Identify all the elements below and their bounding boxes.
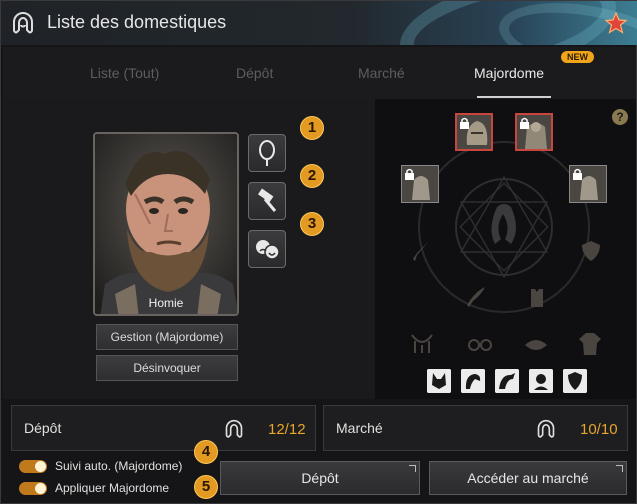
toggle-label: Suivi auto. (Majordome) — [55, 459, 183, 473]
market-count: 10/10 — [580, 421, 618, 438]
hair-icon[interactable] — [495, 369, 519, 393]
servant-icon — [537, 419, 555, 438]
deposit-button[interactable]: Dépôt — [220, 461, 420, 495]
glasses-icon[interactable] — [467, 335, 493, 355]
guide-marker-5: 5 — [194, 475, 218, 499]
tab-bar: Liste (Tout) Dépôt Marché Majordome NEW — [3, 47, 636, 99]
lock-icon — [573, 168, 582, 180]
market-button-label: Accéder au marché — [467, 470, 589, 486]
lock-icon — [520, 117, 529, 129]
face-icon[interactable] — [529, 369, 553, 393]
servant-portrait[interactable]: Homie — [93, 132, 239, 316]
emotion-masks-icon — [256, 240, 280, 260]
deposit-button-label: Dépôt — [301, 470, 339, 486]
servant-name: Homie — [148, 296, 184, 310]
apply-butler-toggle[interactable]: Appliquer Majordome — [19, 480, 199, 496]
butler-panel: Homie 1 2 3 Gestion (Majordome) Désinvoq… — [3, 99, 375, 399]
active-tab-underline — [477, 96, 551, 98]
equip-slot-left[interactable] — [401, 165, 439, 203]
guide-marker-4: 4 — [194, 440, 218, 464]
toggle-label: Appliquer Majordome — [55, 481, 170, 495]
equip-slot-head[interactable] — [455, 113, 493, 151]
window-title: Liste des domestiques — [47, 12, 227, 32]
tab-butler[interactable]: Majordome — [474, 65, 544, 81]
appearance-button[interactable] — [248, 134, 286, 172]
lock-icon — [460, 117, 469, 129]
deposit-count: 12/12 — [268, 421, 306, 438]
guide-marker-2: 2 — [300, 164, 324, 188]
knife-icon[interactable] — [463, 285, 487, 309]
equipment-panel: ? — [375, 99, 636, 399]
emotion-button[interactable] — [248, 230, 286, 268]
tab-market[interactable]: Marché — [358, 65, 405, 81]
lock-icon — [405, 168, 414, 180]
clothes-icon[interactable] — [577, 331, 603, 357]
corner-mark-icon — [409, 465, 416, 472]
deposit-stat: Dépôt 12/12 — [11, 405, 316, 451]
market-stat: Marché 10/10 — [323, 405, 628, 451]
hair-icon[interactable] — [461, 369, 485, 393]
shield-icon[interactable] — [579, 239, 603, 263]
guide-marker-3: 3 — [300, 212, 324, 236]
tab-deposit[interactable]: Dépôt — [236, 65, 273, 81]
go-to-market-button[interactable]: Accéder au marché — [429, 461, 627, 495]
toggle-knob — [35, 461, 46, 472]
guide-marker-1: 1 — [300, 116, 324, 140]
tools-button[interactable] — [248, 182, 286, 220]
manage-butler-button[interactable]: Gestion (Majordome) — [96, 324, 238, 350]
sword-icon[interactable] — [409, 239, 433, 263]
tab-list-all[interactable]: Liste (Tout) — [90, 65, 159, 81]
armor-icon[interactable] — [525, 285, 549, 309]
toggle-switch[interactable] — [19, 460, 47, 473]
dismiss-button[interactable]: Désinvoquer — [96, 355, 238, 381]
toggle-switch[interactable] — [19, 482, 47, 495]
hammer-icon — [257, 188, 277, 212]
auto-follow-toggle[interactable]: Suivi auto. (Majordome) — [19, 458, 199, 474]
equip-slot-right[interactable] — [569, 165, 607, 203]
close-star-icon[interactable] — [604, 11, 628, 35]
new-badge: NEW — [561, 51, 594, 63]
title-bar[interactable]: Liste des domestiques — [1, 1, 637, 45]
mirror-icon — [259, 140, 275, 166]
equip-slot-armor[interactable] — [515, 113, 553, 151]
portrait-image — [95, 134, 237, 314]
market-label: Marché — [336, 420, 383, 436]
necklace-icon[interactable] — [409, 331, 435, 357]
servant-icon — [225, 419, 243, 438]
servant-icon — [13, 11, 33, 34]
deposit-label: Dépôt — [24, 420, 62, 436]
corner-mark-icon — [616, 465, 623, 472]
lips-icon[interactable] — [523, 335, 549, 355]
mask-icon[interactable] — [427, 369, 451, 393]
servant-list-window: Liste des domestiques Liste (Tout) Dépôt… — [0, 0, 637, 504]
toggle-knob — [35, 483, 46, 494]
shield-icon[interactable] — [563, 369, 587, 393]
